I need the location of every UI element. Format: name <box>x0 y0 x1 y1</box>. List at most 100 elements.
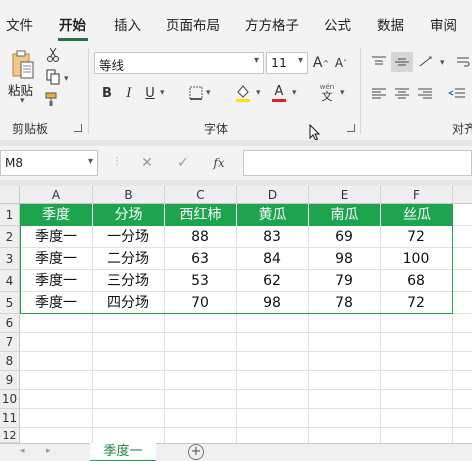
wrap-text-button[interactable] <box>454 52 472 72</box>
formula-input[interactable] <box>243 150 472 176</box>
chevron-down-icon[interactable]: ▾ <box>254 55 259 66</box>
table-cell[interactable]: 三分场 <box>92 270 164 292</box>
orientation-dropdown-icon[interactable]: ▾ <box>440 58 445 68</box>
table-cell[interactable]: 68 <box>380 270 452 292</box>
table-header-cell[interactable]: 季度 <box>20 204 92 226</box>
bold-button[interactable]: B <box>99 84 115 102</box>
paste-button[interactable] <box>8 48 38 82</box>
insert-function-icon[interactable]: fx <box>208 154 230 172</box>
decrease-indent-button[interactable] <box>446 84 468 104</box>
row-header-6[interactable]: 6 <box>0 314 20 333</box>
row-header-8[interactable]: 8 <box>0 352 20 371</box>
row-header-9[interactable]: 9 <box>0 371 20 390</box>
tab-insert[interactable]: 插入 <box>114 14 141 34</box>
table-cell[interactable]: 季度一 <box>20 292 92 314</box>
phonetic-dropdown-icon[interactable]: ▾ <box>340 88 345 98</box>
row-header-12[interactable]: 12 <box>0 428 20 443</box>
table-cell[interactable]: 69 <box>308 226 380 248</box>
select-all-button[interactable] <box>0 186 20 204</box>
column-header-b[interactable]: B <box>93 186 165 204</box>
column-header-g[interactable] <box>453 186 472 204</box>
table-cell[interactable]: 四分场 <box>92 292 164 314</box>
underline-dropdown-icon[interactable]: ▾ <box>160 88 165 98</box>
tab-page-layout[interactable]: 页面布局 <box>166 14 220 34</box>
row-header-5[interactable]: 5 <box>0 292 20 314</box>
chevron-down-icon[interactable]: ▾ <box>88 156 93 167</box>
table-cell[interactable]: 季度一 <box>20 248 92 270</box>
row-header-1[interactable]: 1 <box>0 204 20 226</box>
align-right-button[interactable] <box>414 84 436 104</box>
borders-dropdown-icon[interactable]: ▾ <box>206 88 211 98</box>
table-cell[interactable]: 83 <box>236 226 308 248</box>
tab-file[interactable]: 文件 <box>6 14 33 34</box>
table-header-cell[interactable]: 南瓜 <box>308 204 380 226</box>
row-header-2[interactable]: 2 <box>0 226 20 248</box>
font-color-button[interactable]: A <box>270 82 288 104</box>
font-name-combo[interactable]: 等线 ▾ <box>94 52 264 74</box>
table-cell[interactable]: 78 <box>308 292 380 314</box>
italic-button[interactable]: I <box>121 84 137 102</box>
format-painter-icon[interactable] <box>44 90 62 108</box>
sheet-tab-active[interactable]: 季度一 <box>90 443 156 461</box>
chevron-down-icon[interactable]: ▾ <box>298 55 303 66</box>
fill-color-button[interactable] <box>234 82 252 104</box>
font-color-dropdown-icon[interactable]: ▾ <box>292 88 297 98</box>
add-sheet-icon[interactable]: + <box>188 444 204 460</box>
align-center-button[interactable] <box>391 84 413 104</box>
scroll-left-icon[interactable]: ◂ <box>20 446 25 456</box>
align-middle-button[interactable] <box>391 52 413 72</box>
fill-color-dropdown-icon[interactable]: ▾ <box>256 88 261 98</box>
decrease-font-size-button[interactable]: Aˇ <box>332 52 350 74</box>
underline-button[interactable]: U <box>142 84 158 102</box>
paste-dropdown-icon[interactable]: ▾ <box>20 96 25 106</box>
cancel-icon[interactable]: ✕ <box>136 154 158 172</box>
table-cell[interactable]: 70 <box>164 292 236 314</box>
table-cell[interactable]: 二分场 <box>92 248 164 270</box>
tab-formulas[interactable]: 公式 <box>324 14 351 34</box>
font-size-combo[interactable]: 11 ▾ <box>266 52 308 74</box>
cell-grid[interactable]: 季度 分场 西红柿 黄瓜 南瓜 丝瓜 季度一 一分场 88 83 69 72 季… <box>20 204 472 443</box>
borders-button[interactable] <box>188 85 204 101</box>
tab-review[interactable]: 审阅 <box>430 14 457 34</box>
font-launcher-icon[interactable] <box>347 124 355 132</box>
table-cell[interactable]: 季度一 <box>20 270 92 292</box>
table-cell[interactable]: 84 <box>236 248 308 270</box>
align-top-button[interactable] <box>368 52 390 72</box>
clipboard-launcher-icon[interactable] <box>74 124 82 132</box>
align-left-button[interactable] <box>368 84 390 104</box>
copy-icon[interactable] <box>44 68 62 86</box>
table-cell[interactable]: 一分场 <box>92 226 164 248</box>
table-header-cell[interactable]: 丝瓜 <box>380 204 453 226</box>
column-header-a[interactable]: A <box>20 186 93 204</box>
row-header-7[interactable]: 7 <box>0 333 20 352</box>
table-header-cell[interactable]: 黄瓜 <box>236 204 308 226</box>
enter-icon[interactable]: ✓ <box>172 154 194 172</box>
row-header-10[interactable]: 10 <box>0 390 20 409</box>
table-cell[interactable]: 63 <box>164 248 236 270</box>
name-box[interactable]: M8 ▾ <box>0 150 98 176</box>
table-header-cell[interactable]: 分场 <box>92 204 164 226</box>
orientation-button[interactable] <box>414 52 436 72</box>
cut-icon[interactable] <box>44 46 62 64</box>
table-cell[interactable]: 98 <box>236 292 308 314</box>
table-cell[interactable]: 79 <box>308 270 380 292</box>
column-header-f[interactable]: F <box>381 186 453 204</box>
table-header-cell[interactable]: 西红柿 <box>164 204 236 226</box>
phonetic-button[interactable]: wén 文 <box>316 82 338 104</box>
table-cell[interactable]: 53 <box>164 270 236 292</box>
column-header-e[interactable]: E <box>309 186 381 204</box>
table-cell[interactable]: 88 <box>164 226 236 248</box>
tab-data[interactable]: 数据 <box>377 14 404 34</box>
tab-home[interactable]: 开始 <box>59 14 86 34</box>
table-cell[interactable]: 72 <box>380 226 452 248</box>
tab-fangfang[interactable]: 方方格子 <box>245 14 299 34</box>
increase-font-size-button[interactable]: A ^ <box>312 52 330 74</box>
copy-dropdown-icon[interactable]: ▾ <box>64 74 69 84</box>
table-cell[interactable]: 72 <box>380 292 452 314</box>
row-header-11[interactable]: 11 <box>0 409 20 428</box>
row-header-3[interactable]: 3 <box>0 248 20 270</box>
scroll-right-icon[interactable]: ▸ <box>46 446 51 456</box>
column-header-d[interactable]: D <box>237 186 309 204</box>
table-cell[interactable]: 62 <box>236 270 308 292</box>
table-cell[interactable]: 100 <box>380 248 452 270</box>
